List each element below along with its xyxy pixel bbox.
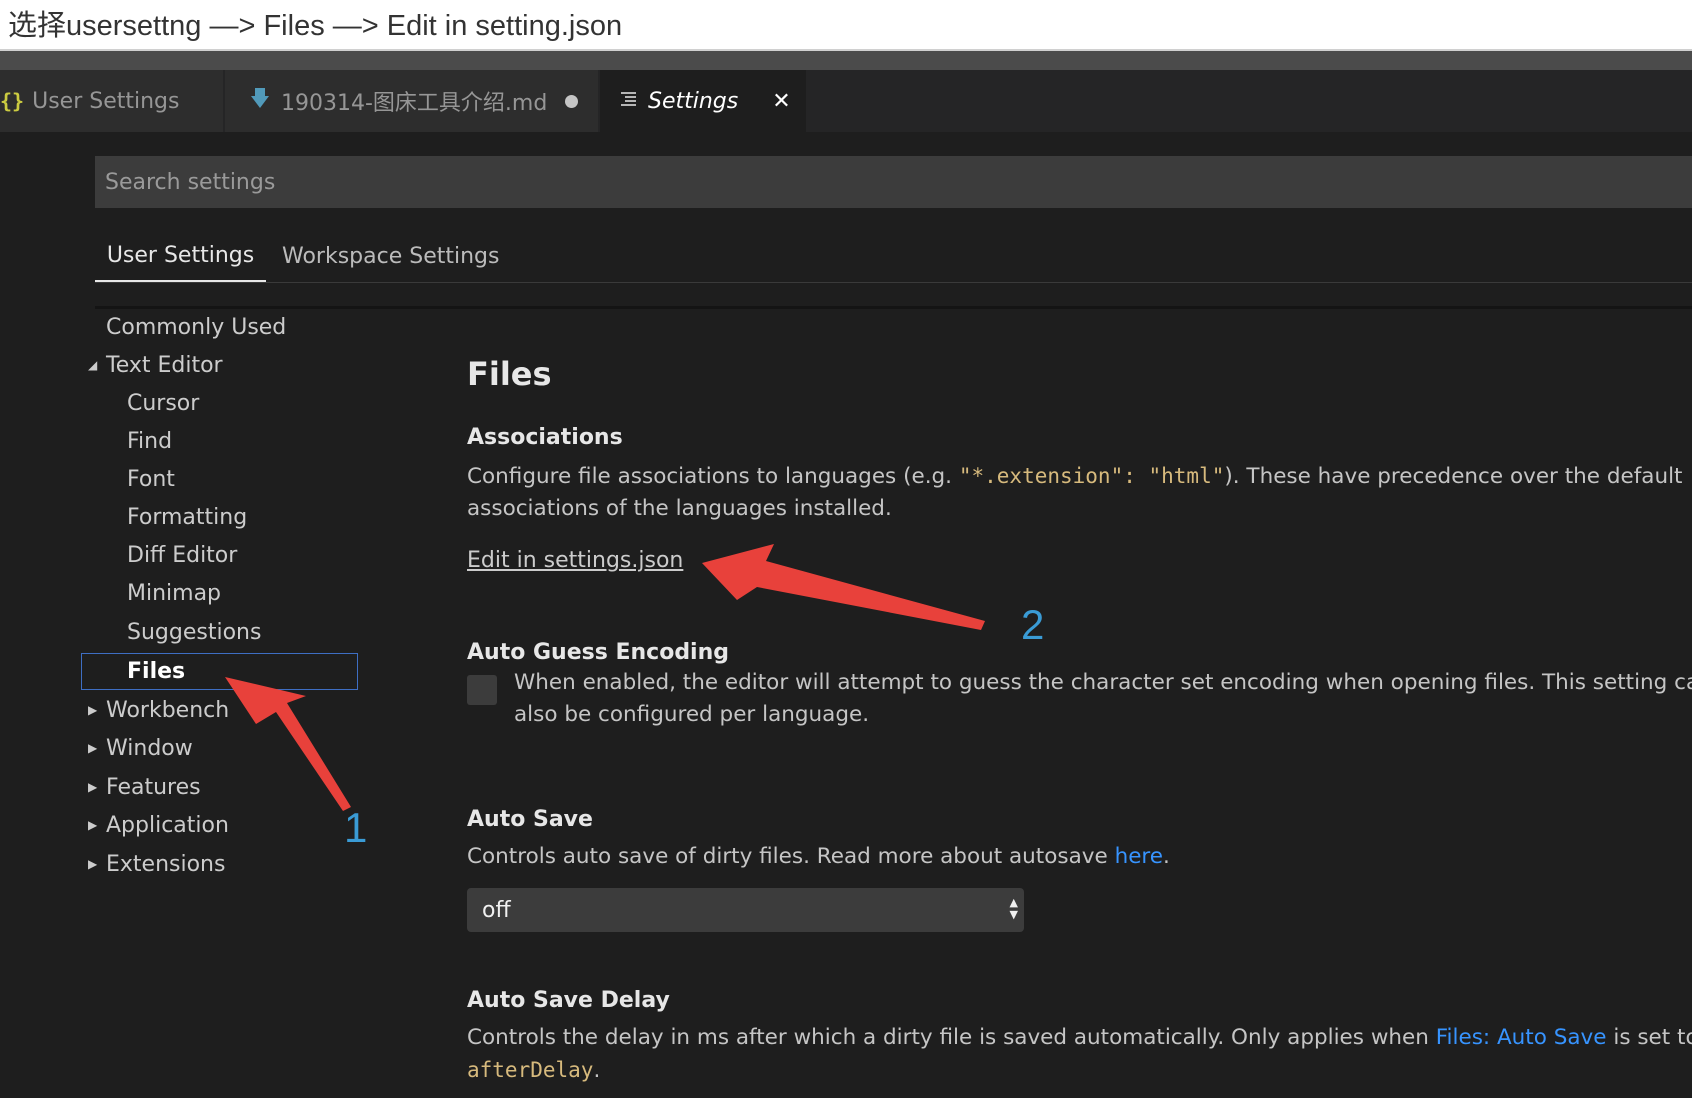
collapsed-triangle-icon: ▶: [88, 741, 98, 755]
tree-item-label: Files: [127, 658, 186, 684]
tree-item-label: Find: [127, 428, 173, 454]
setting-desc-auto-save-delay: Controls the delay in ms after which a d…: [467, 1022, 1692, 1087]
tree-item-label: Suggestions: [127, 619, 262, 645]
caption-text: 选择usersettng —> Files —> Edit in setting…: [8, 10, 623, 42]
files-auto-save-link[interactable]: Files: Auto Save: [1436, 1025, 1607, 1050]
annotation-arrow-1: [225, 677, 351, 811]
desc-text: .: [1163, 844, 1170, 869]
tab-label: Settings: [648, 88, 739, 114]
tree-item-workbench[interactable]: ▶ Workbench: [88, 691, 230, 729]
tree-item-text-editor[interactable]: ◢ Text Editor: [88, 346, 223, 384]
desc-text: Controls auto save of dirty files. Read …: [467, 844, 1115, 869]
collapsed-triangle-icon: ▶: [88, 818, 98, 832]
tree-item-files[interactable]: Files: [127, 652, 185, 690]
auto-guess-encoding-checkbox[interactable]: [467, 675, 497, 705]
expanded-triangle-icon: ◢: [88, 358, 98, 372]
desc-text: Controls the delay in ms after which a d…: [467, 1025, 1436, 1050]
tree-item-diff-editor[interactable]: Diff Editor: [127, 536, 237, 574]
setting-desc-auto-save: Controls auto save of dirty files. Read …: [467, 841, 1692, 873]
tree-item-label: Formatting: [127, 504, 248, 530]
tree-item-label: Diff Editor: [127, 542, 238, 568]
setting-desc-associations: Configure file associations to languages…: [467, 460, 1692, 525]
setting-title-associations: Associations: [467, 425, 623, 450]
code-sample: afterDelay: [467, 1058, 594, 1082]
tree-item-label: Workbench: [106, 697, 230, 723]
tree-item-label: Text Editor: [106, 352, 223, 378]
tab-settings[interactable]: Settings ✕: [600, 70, 806, 132]
unsaved-dot-icon: [565, 94, 579, 108]
tree-item-formatting[interactable]: Formatting: [127, 498, 247, 536]
search-placeholder: Search settings: [105, 169, 276, 195]
edit-in-settings-json-link[interactable]: Edit in settings.json: [467, 548, 683, 573]
section-title: Files: [467, 355, 552, 393]
tree-item-minimap[interactable]: Minimap: [127, 574, 221, 612]
settings-scope-tabs: User Settings Workspace Settings: [95, 230, 1692, 283]
tree-item-suggestions[interactable]: Suggestions: [127, 613, 261, 651]
tab-label: User Settings: [32, 88, 180, 114]
tree-item-label: Minimap: [127, 580, 222, 606]
tab-markdown-file[interactable]: 190314-图床工具介绍.md: [225, 70, 598, 132]
tree-item-label: Window: [106, 735, 193, 761]
setting-title-auto-save: Auto Save: [467, 807, 593, 832]
collapsed-triangle-icon: ▶: [88, 703, 98, 717]
desc-text: .: [593, 1058, 601, 1083]
json-braces-icon: {}: [0, 89, 25, 113]
select-arrows-icon: ▲ ▼: [1009, 896, 1018, 921]
tree-item-commonly-used[interactable]: Commonly Used: [106, 308, 286, 346]
tree-item-label: Cursor: [127, 390, 200, 416]
tree-item-find[interactable]: Find: [127, 422, 172, 460]
markdown-icon: [251, 87, 269, 115]
selected-item-outline: [81, 653, 358, 690]
auto-save-select[interactable]: off ▲ ▼: [467, 888, 1024, 932]
close-icon[interactable]: ✕: [772, 89, 790, 114]
editor-tab-bar: {} User Settings 190314-图床工具介绍.md Settin…: [0, 70, 1692, 132]
tab-workspace-settings[interactable]: Workspace Settings: [282, 230, 499, 282]
annotation-arrow-2: [702, 544, 985, 630]
tree-item-window[interactable]: ▶ Window: [88, 729, 193, 767]
tree-item-extensions[interactable]: ▶ Extensions: [88, 845, 226, 883]
tree-item-label: Features: [106, 774, 201, 800]
tree-item-label: Commonly Used: [106, 314, 287, 340]
tree-item-font[interactable]: Font: [127, 460, 175, 498]
titlebar-strip: [0, 51, 1692, 70]
settings-lines-icon: [620, 89, 638, 114]
tree-item-label: Extensions: [106, 851, 226, 877]
tree-item-label: Font: [127, 466, 175, 492]
setting-title-auto-guess-encoding: Auto Guess Encoding: [467, 640, 730, 665]
tab-user-settings-json[interactable]: {} User Settings: [0, 70, 223, 132]
collapsed-triangle-icon: ▶: [88, 857, 98, 871]
collapsed-triangle-icon: ▶: [88, 780, 98, 794]
desc-text: Configure file associations to languages…: [467, 464, 959, 489]
desc-text: is set to: [1606, 1025, 1692, 1050]
setting-desc-auto-guess-encoding: When enabled, the editor will attempt to…: [514, 670, 1692, 727]
search-settings-input[interactable]: Search settings: [95, 156, 1692, 208]
autosave-here-link[interactable]: here: [1115, 844, 1163, 869]
tree-item-label: Application: [106, 812, 229, 838]
tree-item-application[interactable]: ▶ Application: [88, 806, 229, 844]
annotation-number-2: 2: [1021, 601, 1045, 648]
tree-item-cursor[interactable]: Cursor: [127, 384, 199, 422]
screenshot-caption: 选择usersettng —> Files —> Edit in setting…: [0, 0, 1692, 51]
divider: [95, 306, 1692, 309]
code-sample: "*.extension": "html": [958, 464, 1225, 488]
annotation-number-1: 1: [344, 804, 368, 851]
setting-title-auto-save-delay: Auto Save Delay: [467, 988, 670, 1013]
tab-user-settings[interactable]: User Settings: [95, 230, 266, 282]
select-value: off: [482, 897, 511, 923]
tree-item-features[interactable]: ▶ Features: [88, 768, 201, 806]
tab-label: 190314-图床工具介绍.md: [281, 91, 548, 116]
